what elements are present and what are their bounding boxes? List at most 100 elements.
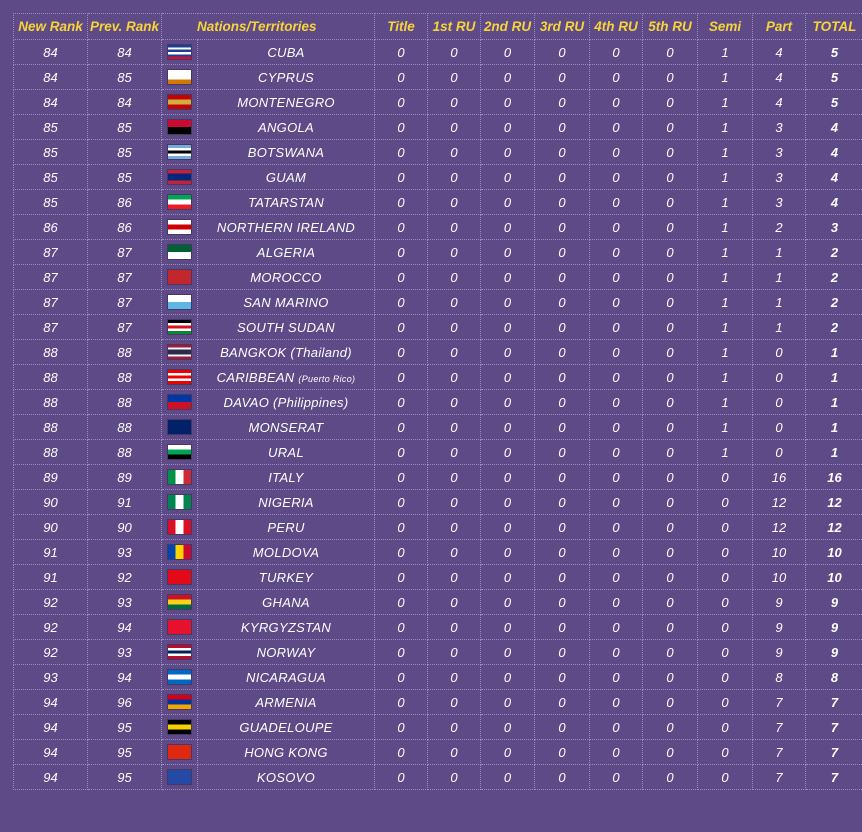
third-ru-cell: 0 (534, 139, 590, 165)
new-rank-cell: 92 (13, 639, 88, 665)
total-cell: 5 (805, 39, 862, 65)
semi-cell: 1 (697, 89, 753, 115)
second-ru-cell: 0 (480, 439, 535, 465)
part-cell: 1 (752, 289, 806, 315)
prev-rank-cell: 94 (87, 664, 162, 690)
nation-cell: NORWAY (197, 639, 375, 665)
fourth-ru-cell: 0 (589, 539, 643, 565)
nation-name: DAVAO (Philippines) (223, 394, 349, 410)
title-cell: 0 (374, 714, 428, 740)
fifth-ru-cell: 0 (642, 439, 698, 465)
second-ru-cell: 0 (480, 564, 535, 590)
total-cell: 2 (805, 239, 862, 265)
part-cell: 7 (752, 714, 806, 740)
ranking-table: New Rank Prev. Rank Nations/Territories … (13, 13, 862, 790)
fifth-ru-cell: 0 (642, 214, 698, 240)
new-rank-cell: 88 (13, 364, 88, 390)
total-cell: 1 (805, 364, 862, 390)
prev-rank-cell: 86 (87, 189, 162, 215)
third-ru-cell: 0 (534, 39, 590, 65)
table-row: 87 87 ALGERIA 0 0 0 0 0 0 1 1 2 (13, 239, 862, 265)
nation-cell: NICARAGUA (197, 664, 375, 690)
title-cell: 0 (374, 514, 428, 540)
total-cell: 9 (805, 614, 862, 640)
part-cell: 4 (752, 89, 806, 115)
semi-cell: 1 (697, 389, 753, 415)
nation-name: MONSERAT (248, 419, 324, 435)
first-ru-cell: 0 (427, 39, 481, 65)
fifth-ru-cell: 0 (642, 564, 698, 590)
flag-icon (168, 720, 191, 734)
first-ru-cell: 0 (427, 164, 481, 190)
third-ru-cell: 0 (534, 439, 590, 465)
semi-cell: 1 (697, 39, 753, 65)
title-cell: 0 (374, 739, 428, 765)
title-cell: 0 (374, 239, 428, 265)
nation-name: ARMENIA (255, 694, 317, 710)
flag-cell (161, 39, 198, 65)
total-cell: 1 (805, 414, 862, 440)
title-cell: 0 (374, 289, 428, 315)
nation-cell: GHANA (197, 589, 375, 615)
fifth-ru-cell: 0 (642, 89, 698, 115)
flag-cell (161, 689, 198, 715)
nation-cell: NIGERIA (197, 489, 375, 515)
nation-cell: KOSOVO (197, 764, 375, 790)
new-rank-cell: 94 (13, 764, 88, 790)
new-rank-cell: 92 (13, 589, 88, 615)
third-ru-cell: 0 (534, 464, 590, 490)
flag-icon (168, 120, 191, 134)
flag-cell (161, 64, 198, 90)
flag-icon (168, 445, 191, 459)
header-5th-ru: 5th RU (642, 13, 698, 40)
nation-name: PERU (267, 519, 305, 535)
nation-name: BANGKOK (Thailand) (220, 344, 352, 360)
first-ru-cell: 0 (427, 264, 481, 290)
nation-note: (Puerto Rico) (298, 373, 356, 384)
total-cell: 1 (805, 439, 862, 465)
nation-name: SAN MARINO (243, 294, 329, 310)
flag-cell (161, 664, 198, 690)
fourth-ru-cell: 0 (589, 89, 643, 115)
prev-rank-cell: 88 (87, 389, 162, 415)
third-ru-cell: 0 (534, 214, 590, 240)
fourth-ru-cell: 0 (589, 639, 643, 665)
header-part: Part (752, 13, 806, 40)
nation-cell: MOROCCO (197, 264, 375, 290)
new-rank-cell: 88 (13, 339, 88, 365)
fifth-ru-cell: 0 (642, 364, 698, 390)
new-rank-cell: 87 (13, 314, 88, 340)
second-ru-cell: 0 (480, 664, 535, 690)
fifth-ru-cell: 0 (642, 289, 698, 315)
fourth-ru-cell: 0 (589, 464, 643, 490)
nation-name: MOROCCO (250, 269, 322, 285)
new-rank-cell: 90 (13, 514, 88, 540)
first-ru-cell: 0 (427, 639, 481, 665)
flag-cell (161, 314, 198, 340)
second-ru-cell: 0 (480, 689, 535, 715)
first-ru-cell: 0 (427, 664, 481, 690)
fifth-ru-cell: 0 (642, 339, 698, 365)
new-rank-cell: 92 (13, 614, 88, 640)
fourth-ru-cell: 0 (589, 139, 643, 165)
part-cell: 1 (752, 314, 806, 340)
first-ru-cell: 0 (427, 514, 481, 540)
third-ru-cell: 0 (534, 764, 590, 790)
part-cell: 3 (752, 164, 806, 190)
total-cell: 8 (805, 664, 862, 690)
table-row: 87 87 MOROCCO 0 0 0 0 0 0 1 1 2 (13, 264, 862, 290)
first-ru-cell: 0 (427, 564, 481, 590)
total-cell: 7 (805, 714, 862, 740)
prev-rank-cell: 87 (87, 239, 162, 265)
third-ru-cell: 0 (534, 714, 590, 740)
part-cell: 9 (752, 614, 806, 640)
table-row: 88 88 CARIBBEAN (Puerto Rico) 0 0 0 0 0 0 1 0 1 (13, 364, 862, 390)
flag-icon (168, 470, 191, 484)
total-cell: 7 (805, 689, 862, 715)
fifth-ru-cell: 0 (642, 589, 698, 615)
nation-name: CARIBBEAN (216, 369, 295, 385)
flag-cell (161, 489, 198, 515)
total-cell: 9 (805, 589, 862, 615)
flag-cell (161, 264, 198, 290)
second-ru-cell: 0 (480, 114, 535, 140)
